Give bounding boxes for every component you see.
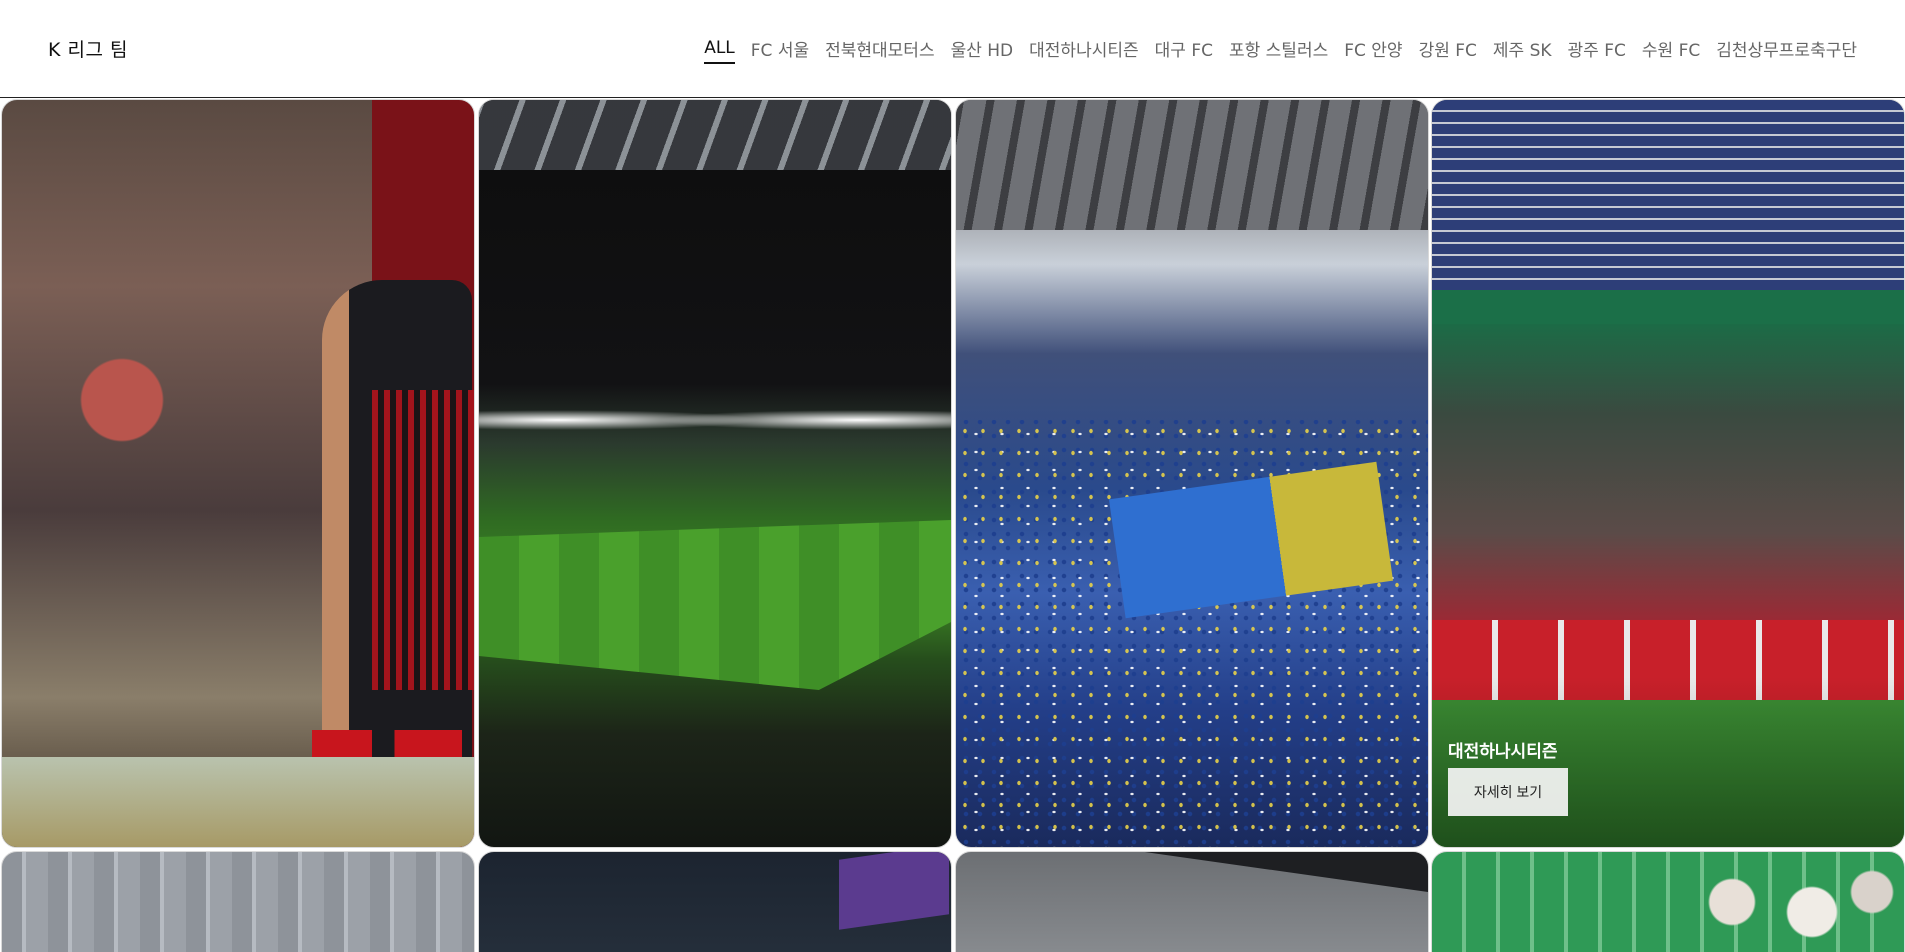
nav-item-gangwon[interactable]: 강원 FC	[1419, 32, 1477, 65]
nav-item-ulsan[interactable]: 울산 HD	[951, 32, 1014, 65]
player-shirt	[372, 390, 474, 690]
team-card-anyang[interactable]	[955, 851, 1429, 952]
nav-item-daejeon[interactable]: 대전하나시티즌	[1029, 32, 1138, 65]
sponsor-board-image	[1432, 290, 1904, 324]
fans-image	[1702, 862, 1902, 952]
stadium-roof-image	[956, 852, 1428, 892]
team-card-pohang[interactable]	[478, 851, 952, 952]
nav-item-fc-seoul[interactable]: FC 서울	[751, 32, 809, 65]
team-card-jeonbuk[interactable]	[478, 99, 952, 848]
team-gallery: 대전하나시티즌 자세히 보기	[0, 99, 1905, 952]
site-brand[interactable]: K 리그 팀	[48, 35, 128, 62]
card-title: 대전하나시티즌	[1448, 742, 1558, 762]
team-card-ulsan[interactable]	[955, 99, 1429, 848]
team-card-daejeon[interactable]: 대전하나시티즌 자세히 보기	[1431, 99, 1905, 848]
nav-item-daegu[interactable]: 대구 FC	[1155, 32, 1213, 65]
team-card-daegu[interactable]	[1, 851, 475, 952]
nav-item-jeonbuk[interactable]: 전북현대모터스	[825, 32, 934, 65]
stands-image	[1432, 100, 1904, 290]
nav-item-jeju[interactable]: 제주 SK	[1493, 32, 1552, 65]
pitch-image	[479, 520, 951, 690]
nav-item-gwangju[interactable]: 광주 FC	[1568, 32, 1626, 65]
nav-item-suwon[interactable]: 수원 FC	[1642, 32, 1700, 65]
flag-image	[839, 852, 949, 930]
card-overlay	[1432, 677, 1904, 847]
site-header: K 리그 팀 ALL FC 서울 전북현대모터스 울산 HD 대전하나시티즌 대…	[0, 0, 1905, 98]
team-filter-nav: ALL FC 서울 전북현대모터스 울산 HD 대전하나시티즌 대구 FC 포항…	[704, 32, 1857, 65]
stadium-lights-image	[479, 400, 951, 430]
team-card-fc-seoul[interactable]	[1, 99, 475, 848]
stadium-roof-image	[479, 100, 951, 170]
detail-button[interactable]: 자세히 보기	[1448, 768, 1568, 816]
nav-item-anyang[interactable]: FC 안양	[1344, 32, 1402, 65]
pitch-image	[2, 757, 474, 847]
nav-item-gimcheon[interactable]: 김천상무프로축구단	[1716, 32, 1857, 65]
nav-item-all[interactable]: ALL	[704, 34, 735, 64]
nav-item-pohang[interactable]: 포항 스틸러스	[1229, 32, 1328, 65]
stadium-roof-image	[956, 100, 1428, 230]
team-card-gangwon[interactable]	[1431, 851, 1905, 952]
